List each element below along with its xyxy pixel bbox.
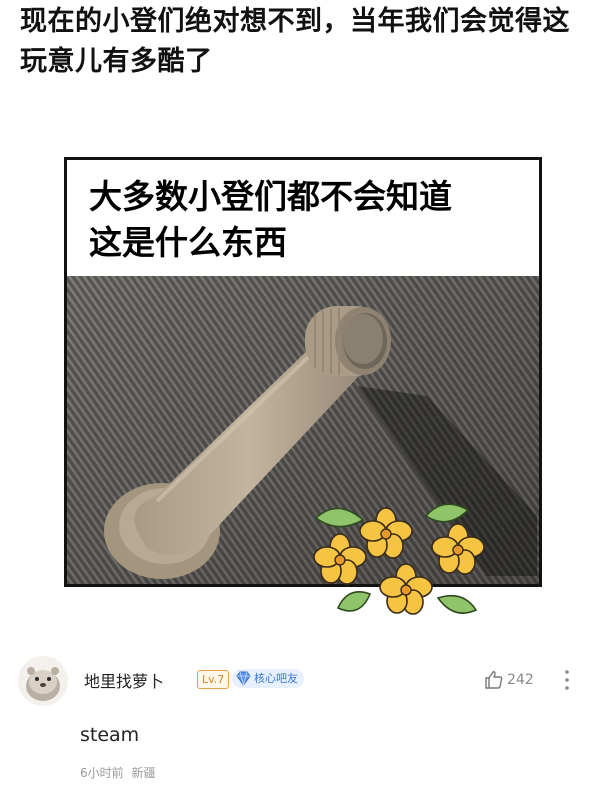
diamond-icon: [236, 671, 251, 687]
comment-item[interactable]: 地里找萝卜 Lv.7 核心吧友 242 steam 6小时前 新疆: [0, 648, 600, 790]
like-count: 242: [507, 672, 534, 688]
thumbs-up-icon[interactable]: [484, 670, 504, 690]
osmanthus-flower-sticker: [313, 503, 485, 615]
avatar[interactable]: [18, 656, 68, 706]
meme-caption-line-2: 这是什么东西: [89, 223, 287, 262]
post-title: 现在的小登们绝对想不到，当年我们会觉得这玩意儿有多酷了: [20, 6, 570, 77]
comment-meta: 6小时前 新疆: [80, 764, 155, 781]
comment-time: 6小时前: [80, 766, 124, 780]
username[interactable]: 地里找萝卜: [84, 668, 164, 692]
level-badge: Lv.7: [197, 670, 230, 689]
otter-avatar-icon: [26, 667, 60, 701]
meme-caption: 大多数小登们都不会知道 这是什么东西: [67, 160, 539, 276]
member-badge-label: 核心吧友: [254, 672, 298, 685]
member-badge: 核心吧友: [232, 669, 304, 688]
meme-caption-line-1: 大多数小登们都不会知道: [89, 177, 452, 216]
more-options-icon[interactable]: [563, 668, 571, 692]
comment-text: steam: [80, 724, 140, 746]
comment-location: 新疆: [131, 766, 156, 780]
